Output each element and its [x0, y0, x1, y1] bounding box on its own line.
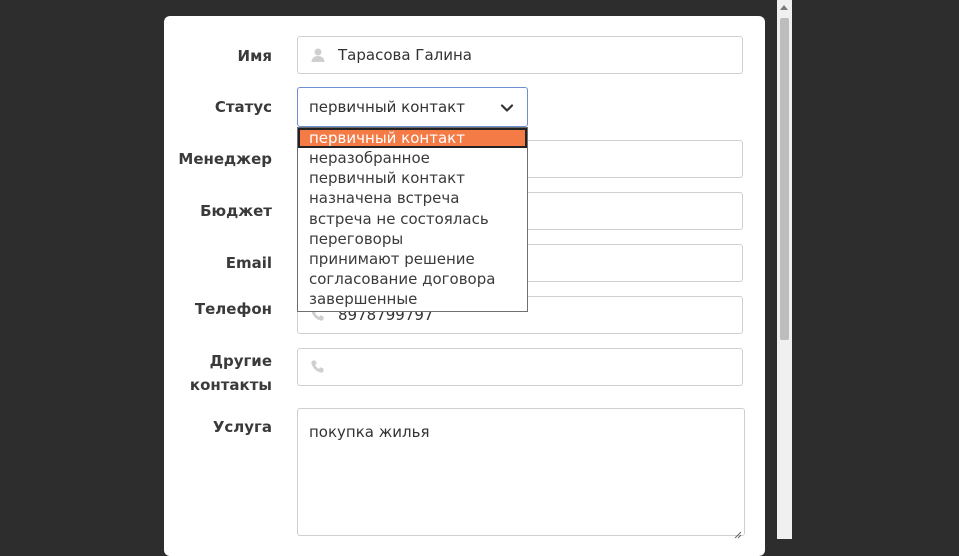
- resize-handle-icon[interactable]: [734, 525, 742, 539]
- service-value: покупка жилья: [309, 423, 430, 441]
- status-dropdown-list[interactable]: первичный контакт неразобранное первичны…: [297, 127, 528, 312]
- scrollbar-thumb[interactable]: [780, 18, 789, 340]
- status-option[interactable]: первичный контакт: [298, 128, 527, 148]
- status-select[interactable]: первичный контакт: [297, 87, 528, 127]
- name-field[interactable]: Тарасова Галина: [297, 36, 743, 74]
- name-label: Имя: [237, 47, 272, 65]
- name-value: Тарасова Галина: [338, 46, 472, 64]
- status-label: Статус: [214, 98, 272, 116]
- scroll-up-arrow-icon[interactable]: [780, 5, 788, 10]
- other-contacts-label: Другие контакты: [189, 352, 272, 394]
- status-option[interactable]: принимают решение: [298, 249, 527, 269]
- user-icon: [310, 47, 326, 63]
- status-option[interactable]: встреча не состоялась: [298, 209, 527, 229]
- service-textarea[interactable]: покупка жилья: [297, 408, 745, 539]
- status-option[interactable]: завершенные: [298, 289, 527, 309]
- status-value: первичный контакт: [309, 98, 465, 116]
- email-label: Email: [225, 254, 272, 272]
- status-option[interactable]: согласование договора: [298, 269, 527, 289]
- phone-icon: [310, 359, 326, 375]
- chevron-down-icon: [500, 101, 514, 115]
- status-option[interactable]: назначена встреча: [298, 188, 527, 208]
- other-contacts-field[interactable]: [297, 348, 743, 386]
- service-label: Услуга: [212, 418, 272, 436]
- manager-label: Менеджер: [178, 150, 272, 168]
- status-option[interactable]: неразобранное: [298, 148, 527, 168]
- status-option[interactable]: первичный контакт: [298, 168, 527, 188]
- scrollbar[interactable]: [777, 0, 792, 539]
- phone-label: Телефон: [194, 300, 272, 318]
- budget-label: Бюджет: [200, 202, 272, 220]
- status-option[interactable]: переговоры: [298, 229, 527, 249]
